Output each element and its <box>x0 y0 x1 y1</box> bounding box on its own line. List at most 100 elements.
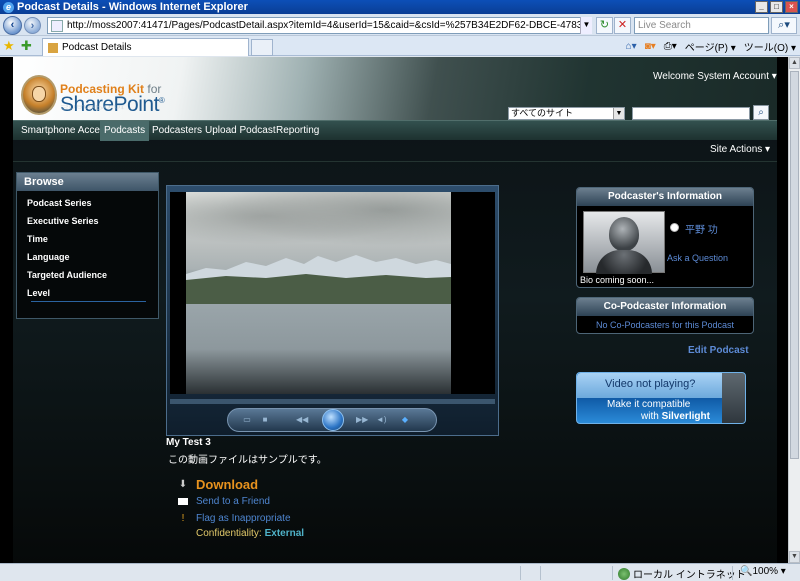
forward-icon[interactable]: ▶▶ <box>356 415 368 425</box>
new-tab-button[interactable] <box>251 39 273 56</box>
tab-podcast-details[interactable]: Podcast Details <box>42 38 249 56</box>
video-frame <box>170 192 495 394</box>
search-icon: ⌕ <box>758 107 764 118</box>
video-image[interactable] <box>186 192 451 394</box>
copodcaster-panel: Co-Podcaster Information No Co-Podcaster… <box>576 297 754 334</box>
zoom-level[interactable]: 🔍100% ▾ <box>740 566 786 577</box>
chevron-down-icon: ▾ <box>771 71 777 82</box>
browse-item-podcast-series[interactable]: Podcast Series <box>17 194 158 212</box>
stop-icon[interactable]: ✕ <box>614 17 631 34</box>
browse-title: Browse <box>17 173 158 191</box>
mountain-landscape <box>186 255 451 394</box>
flag-row: ! Flag as Inappropriate <box>178 512 291 524</box>
top-navigation: Smartphone Access Podcasts Podcasters Up… <box>13 120 777 141</box>
page-menu[interactable]: ページ(P) ▾ <box>685 39 736 54</box>
silverlight-cta: Make it compatible with Silverlight <box>607 399 710 422</box>
site-actions-menu[interactable]: Site Actions ▾ <box>710 144 770 155</box>
minimize-button[interactable]: _ <box>755 1 768 13</box>
play-button[interactable] <box>322 409 344 431</box>
tools-menu[interactable]: ツール(O) ▾ <box>744 39 796 54</box>
site-canvas: Podcasting Kit for SharePoint® SharePoin… <box>13 57 777 563</box>
site-header: Podcasting Kit for SharePoint® SharePoin… <box>13 57 777 120</box>
window-title: Podcast Details - Windows Internet Explo… <box>17 1 248 13</box>
browse-item-targeted-audience[interactable]: Targeted Audience <box>17 266 158 284</box>
maximize-button[interactable]: □ <box>770 1 783 13</box>
confidentiality-label: Confidentiality: <box>196 528 262 539</box>
feeds-icon[interactable]: ◙▾ <box>645 41 656 52</box>
volume-slider[interactable]: ◆ <box>400 415 410 425</box>
silverlight-question: Video not playing? <box>605 378 696 390</box>
presence-status-icon <box>670 223 679 232</box>
print-icon[interactable]: ⎙▾ <box>664 41 677 52</box>
rewind-icon[interactable]: ◀◀ <box>296 415 308 425</box>
confidentiality-row: Confidentiality: External <box>178 528 304 539</box>
send-to-friend-link[interactable]: Send to a Friend <box>196 496 270 507</box>
ask-question-link[interactable]: Ask a Question <box>667 253 728 263</box>
site-search-button[interactable]: ⌕ <box>753 105 769 120</box>
podcaster-name[interactable]: 平野 功 <box>685 221 718 236</box>
window-titlebar: e Podcast Details - Windows Internet Exp… <box>0 0 800 14</box>
scroll-down-icon[interactable]: ▼ <box>789 551 800 563</box>
fullscreen-icon[interactable]: ▭ <box>242 415 252 425</box>
scroll-thumb[interactable] <box>790 71 799 459</box>
welcome-menu[interactable]: Welcome System Account ▾ <box>653 71 777 82</box>
avatar <box>583 211 665 274</box>
back-button[interactable]: ‹ <box>3 16 22 35</box>
flag-icon: ! <box>181 512 185 524</box>
podcast-title: My Test 3 <box>166 437 211 448</box>
status-zone: ローカル イントラネット <box>618 566 746 581</box>
browse-item-language[interactable]: Language <box>17 248 158 266</box>
chevron-down-icon: ▼ <box>613 108 624 119</box>
forward-button[interactable]: › <box>24 17 41 34</box>
url-dropdown-icon[interactable]: ▼ <box>580 17 592 34</box>
player-controls: ▭ ■ ◀◀ ▶▶ ◄) ◆ <box>227 408 437 432</box>
progress-bar[interactable] <box>170 399 495 404</box>
flag-inappropriate-link[interactable]: Flag as Inappropriate <box>196 513 291 524</box>
podcast-description: この動画ファイルはサンプルです。 <box>168 455 327 466</box>
divider <box>13 161 777 162</box>
add-favorite-icon[interactable]: ✚ <box>21 38 32 54</box>
browse-item-executive-series[interactable]: Executive Series <box>17 212 158 230</box>
vertical-scrollbar[interactable]: ▲ ▼ <box>788 57 800 563</box>
page-viewport: Podcasting Kit for SharePoint® SharePoin… <box>0 57 788 563</box>
refresh-icon[interactable]: ↻ <box>596 17 613 34</box>
stop-icon[interactable]: ■ <box>260 415 270 425</box>
nav-upload-podcast[interactable]: Upload Podcast <box>201 121 280 141</box>
download-icon: ⬇ <box>178 479 188 490</box>
url-field[interactable]: http://moss2007:41471/Pages/PodcastDetai… <box>47 17 592 34</box>
close-button[interactable]: × <box>785 1 798 13</box>
divider <box>31 301 146 302</box>
volume-icon[interactable]: ◄) <box>376 415 387 425</box>
nav-reporting[interactable]: Reporting <box>272 121 323 141</box>
podcaster-info-title: Podcaster's Information <box>577 188 753 206</box>
home-icon[interactable]: ⌂▾ <box>626 41 637 52</box>
browse-item-time[interactable]: Time <box>17 230 158 248</box>
download-row: ⬇ Download <box>178 477 258 492</box>
podcaster-bio: Bio coming soon... <box>580 275 655 285</box>
search-scope-select[interactable]: すべてのサイト ▼ <box>508 107 625 120</box>
tab-page-icon <box>48 42 58 53</box>
site-search-input[interactable] <box>632 107 750 120</box>
page-icon <box>51 19 63 32</box>
envelope-icon <box>178 498 188 505</box>
browse-item-level[interactable]: Level <box>17 284 158 302</box>
media-player: ▭ ■ ◀◀ ▶▶ ◄) ◆ <box>166 185 499 436</box>
silverlight-banner[interactable]: Video not playing? Make it compatible wi… <box>576 372 746 424</box>
tab-bar: ★ ✚ Podcast Details ⌂▾ ◙▾ ⎙▾ ページ(P) ▾ ツー… <box>0 36 800 56</box>
live-search-input[interactable]: Live Search <box>634 17 769 34</box>
favorites-star-icon[interactable]: ★ <box>3 38 15 54</box>
silverlight-logo-icon <box>722 373 745 423</box>
edit-podcast-link[interactable]: Edit Podcast <box>688 345 749 356</box>
ie-logo-icon: e <box>3 1 14 13</box>
nav-podcasts[interactable]: Podcasts <box>100 121 150 141</box>
url-text: http://moss2007:41471/Pages/PodcastDetai… <box>67 20 591 31</box>
intranet-icon <box>618 567 630 580</box>
nav-podcasters[interactable]: Podcasters <box>148 121 206 141</box>
search-icon[interactable]: ⌕▾ <box>771 17 797 34</box>
chevron-down-icon: ▾ <box>765 144 771 155</box>
tab-title: Podcast Details <box>62 42 132 53</box>
scroll-up-icon[interactable]: ▲ <box>789 57 800 69</box>
zoom-icon: 🔍 <box>740 566 753 577</box>
download-link[interactable]: Download <box>196 477 258 492</box>
address-bar: ‹ › http://moss2007:41471/Pages/PodcastD… <box>0 14 800 36</box>
